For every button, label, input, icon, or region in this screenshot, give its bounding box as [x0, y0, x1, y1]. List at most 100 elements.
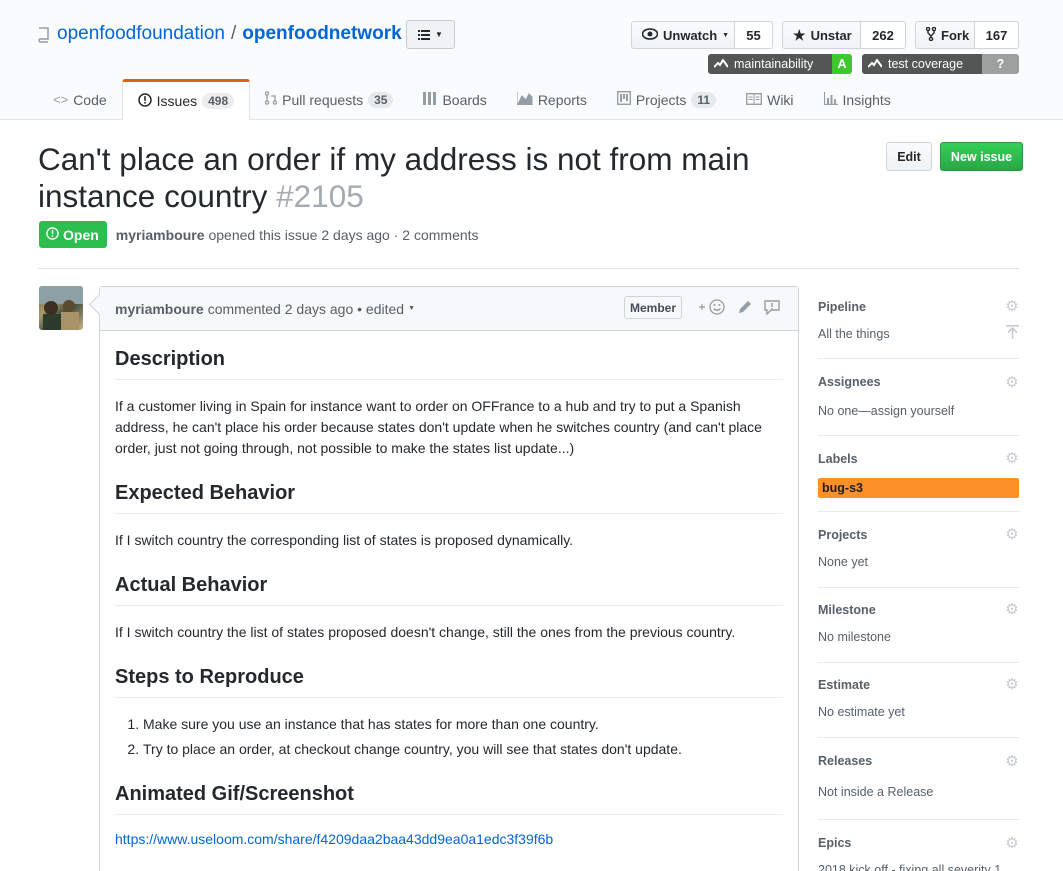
- forks-count[interactable]: 167: [975, 21, 1019, 49]
- eye-icon: [641, 27, 659, 43]
- sidebar-epics: Epics ⚙ 2018 kick off - fixing all sever…: [818, 820, 1019, 871]
- tab-label: Code: [73, 91, 107, 108]
- title-actions: Edit New issue: [886, 142, 1023, 171]
- gear-icon[interactable]: ⚙: [1005, 527, 1019, 542]
- section-heading: Description: [115, 347, 783, 380]
- gear-icon[interactable]: ⚙: [1005, 754, 1019, 769]
- milestone-value: No milestone: [818, 630, 891, 644]
- repo-nav: <> Code Issues 498 Pull requests 35 Boar…: [38, 79, 906, 121]
- issue-comment: myriamboure commented 2 days ago • edite…: [99, 286, 799, 871]
- fork-icon: [925, 26, 937, 44]
- tab-pull-requests[interactable]: Pull requests 35: [250, 79, 408, 120]
- sidebar-labels: Labels ⚙ bug-s3: [818, 436, 1019, 512]
- gear-icon[interactable]: ⚙: [1005, 677, 1019, 692]
- tab-insights[interactable]: Insights: [809, 79, 906, 120]
- unwatch-button[interactable]: Unwatch ▼: [631, 21, 735, 49]
- gear-icon[interactable]: ⚙: [1005, 836, 1019, 851]
- section-heading: Steps to Reproduce: [115, 665, 783, 698]
- sidebar-heading: Releases: [818, 754, 873, 768]
- pipeline-value[interactable]: All the things: [818, 327, 890, 341]
- repo-icon: [38, 26, 50, 43]
- pulls-counter: 35: [368, 91, 394, 108]
- issue-opened-icon: [137, 92, 152, 110]
- header-divider: [38, 268, 1019, 269]
- state-badge: Open: [39, 221, 107, 248]
- sidebar-estimate: Estimate ⚙ No estimate yet: [818, 663, 1019, 738]
- new-issue-button[interactable]: New issue: [940, 142, 1023, 171]
- pencil-icon[interactable]: [738, 300, 752, 317]
- issue-sidebar: Pipeline ⚙ All the things Assignees ⚙ No…: [818, 286, 1019, 871]
- comment-author-link[interactable]: myriamboure: [115, 301, 204, 317]
- watchers-count[interactable]: 55: [735, 21, 773, 49]
- issue-title: Can't place an order if my address is no…: [38, 141, 868, 215]
- unstar-label: Unstar: [810, 27, 852, 43]
- steps-list: Make sure you use an instance that has s…: [143, 714, 783, 760]
- issue-meta: Open myriamboure opened this issue 2 day…: [39, 221, 479, 248]
- report-icon[interactable]: [764, 299, 780, 318]
- maintainability-label: maintainability: [734, 57, 814, 71]
- screenshot-link[interactable]: https://www.useloom.com/share/f4209daa2b…: [115, 831, 553, 847]
- section-text: If I switch country the corresponding li…: [115, 532, 574, 548]
- sidebar-releases: Releases ⚙ Not inside a Release: [818, 738, 1019, 820]
- comment-meta[interactable]: commented 2 days ago • edited: [208, 301, 404, 317]
- coverage-value: ?: [982, 54, 1019, 74]
- tab-reports[interactable]: Reports: [502, 79, 602, 120]
- issue-opened-icon: [46, 226, 59, 243]
- repo-owner-link[interactable]: openfoodfoundation: [57, 22, 225, 46]
- sidebar-heading: Pipeline: [818, 300, 866, 314]
- gear-icon[interactable]: ⚙: [1005, 451, 1019, 466]
- fork-group: Fork 167: [915, 21, 1019, 49]
- codeclimate-icon: [713, 57, 729, 71]
- estimate-value: No estimate yet: [818, 705, 905, 719]
- fork-label: Fork: [941, 27, 970, 43]
- tab-code[interactable]: <> Code: [38, 79, 122, 120]
- epics-value[interactable]: 2018 kick off - fixing all severity 1: [818, 863, 1019, 871]
- unwatch-label: Unwatch: [663, 27, 718, 43]
- tab-label: Pull requests: [282, 91, 364, 108]
- project-icon: [616, 90, 631, 108]
- unstar-button[interactable]: ★ Unstar: [782, 21, 861, 49]
- sidebar-heading: Estimate: [818, 678, 871, 692]
- chevron-down-icon: ▼: [722, 31, 730, 39]
- watch-group: Unwatch ▼ 55: [631, 21, 773, 49]
- tab-issues[interactable]: Issues 498: [121, 79, 251, 121]
- label-bug-s3[interactable]: bug-s3: [818, 478, 1019, 498]
- state-label: Open: [63, 226, 99, 243]
- issue-opened-text: opened this issue 2 days ago · 2 comment…: [208, 226, 479, 243]
- codeclimate-icon: [867, 57, 883, 71]
- maintainability-badge[interactable]: maintainability A: [708, 54, 852, 74]
- tab-label: Issues: [156, 93, 198, 109]
- coverage-badge[interactable]: test coverage ?: [862, 54, 1019, 74]
- member-badge: Member: [624, 296, 683, 319]
- tab-label: Boards: [442, 91, 487, 108]
- gear-icon[interactable]: ⚙: [1005, 602, 1019, 617]
- projects-counter: 11: [691, 91, 717, 108]
- boards-icon: [423, 91, 437, 108]
- assignees-value[interactable]: No one—assign yourself: [818, 404, 954, 418]
- repo-menu-button[interactable]: ▼: [406, 20, 455, 49]
- move-to-top-icon[interactable]: [1006, 325, 1019, 342]
- tab-wiki[interactable]: Wiki: [731, 79, 808, 120]
- repo-header: openfoodfoundation / openfoodnetwork ▼ U…: [0, 0, 1063, 121]
- edit-title-button[interactable]: Edit: [886, 142, 932, 171]
- avatar[interactable]: [39, 286, 83, 330]
- stargazers-count[interactable]: 262: [861, 21, 906, 49]
- gear-icon[interactable]: ⚙: [1005, 375, 1019, 390]
- tab-boards[interactable]: Boards: [408, 79, 501, 120]
- fork-button[interactable]: Fork: [915, 21, 975, 49]
- sidebar-heading: Epics: [818, 836, 852, 850]
- code-icon: <>: [53, 92, 69, 107]
- insights-icon: [823, 91, 838, 108]
- list-item: Try to place an order, at checkout chang…: [143, 739, 783, 760]
- graph-icon: [516, 91, 533, 108]
- book-icon: [746, 92, 763, 108]
- tab-projects[interactable]: Projects 11: [602, 79, 731, 120]
- repo-name-link[interactable]: openfoodnetwork: [242, 22, 401, 46]
- coverage-label: test coverage: [888, 57, 964, 71]
- gear-icon[interactable]: ⚙: [1005, 299, 1019, 314]
- chevron-down-icon[interactable]: ▼: [408, 305, 415, 312]
- sidebar-projects: Projects ⚙ None yet: [818, 512, 1019, 588]
- add-reaction-icon[interactable]: [698, 299, 726, 318]
- sidebar-heading: Assignees: [818, 375, 881, 389]
- issue-author-link[interactable]: myriamboure: [116, 227, 205, 243]
